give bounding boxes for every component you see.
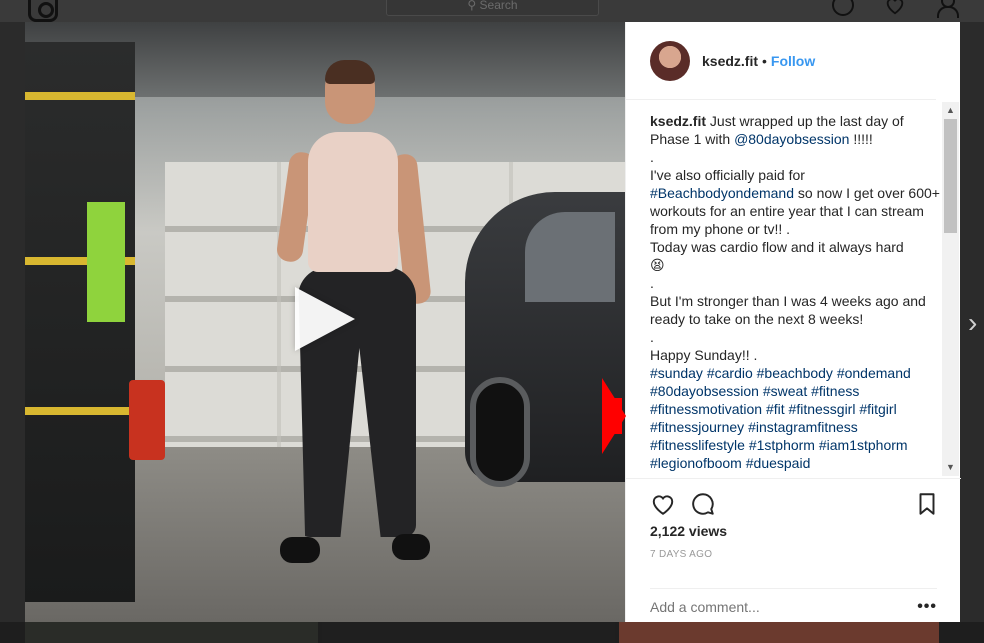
hashtag-link[interactable]: #beachbody [757, 365, 833, 381]
caption-line: ksedz.fit Just wrapped up the last day o… [650, 112, 942, 148]
caption-line: But I'm stronger than I was 4 weeks ago … [650, 292, 942, 328]
top-nav-bar: ⚲ Search [0, 0, 984, 22]
caption-text: . [650, 329, 654, 345]
post-timestamp[interactable]: 7 DAYS AGO [650, 549, 712, 560]
scrollbar-thumb[interactable] [944, 119, 957, 233]
post-header: ksedz.fit • Follow [626, 22, 936, 100]
comment-icon[interactable] [690, 491, 716, 517]
heart-icon[interactable] [884, 0, 906, 16]
hashtag-link[interactable]: #Beachbodyondemand [650, 185, 794, 201]
search-input[interactable]: ⚲ Search [386, 0, 599, 16]
hashtag-link[interactable]: #instagramfitness [748, 419, 858, 435]
post-modal: ksedz.fit • Follow ksedz.fit Just wrappe… [25, 22, 961, 622]
thumbnail [25, 622, 318, 643]
hashtag-list: #sunday #cardio #beachbody #ondemand #80… [650, 364, 942, 472]
view-count: 2,122 views [650, 523, 728, 539]
caption-scrollbar[interactable]: ▲ ▼ [942, 102, 959, 476]
video-car-window [525, 212, 615, 302]
person-hair [325, 60, 375, 84]
person-torso [308, 132, 398, 272]
caption-line: 😫 [650, 256, 942, 274]
hashtag-link[interactable]: #fitnesslifestyle [650, 437, 745, 453]
post-actions: 2,122 views 7 DAYS AGO ••• [626, 478, 961, 615]
hashtag-link[interactable]: #iam1stphorm [819, 437, 908, 453]
caption-text: Happy Sunday!! . [650, 347, 758, 363]
caption-line: . [650, 328, 942, 346]
hashtag-link[interactable]: #fitnessjourney [650, 419, 744, 435]
hashtag-link[interactable]: #sunday [650, 365, 703, 381]
play-icon[interactable] [295, 287, 355, 351]
hashtag-link[interactable]: #cardio [707, 365, 753, 381]
caption-line: . [650, 148, 942, 166]
like-heart-icon[interactable] [650, 491, 676, 517]
video-shelf [25, 42, 135, 602]
hashtag-link[interactable]: #fitnessgirl [789, 401, 856, 417]
hashtag-link[interactable]: #fitness [811, 383, 859, 399]
username-link[interactable]: ksedz.fit [702, 53, 758, 69]
compass-icon[interactable] [832, 0, 854, 16]
caption-line: Happy Sunday!! . [650, 346, 942, 364]
video-red-object [129, 380, 165, 460]
comment-form: ••• [650, 588, 937, 624]
background-thumbnails [0, 622, 984, 643]
video-green-bag [87, 202, 125, 322]
more-icon[interactable]: ••• [917, 598, 937, 616]
hashtag-link[interactable]: #fitgirl [859, 401, 896, 417]
hashtag-link[interactable]: #fit [766, 401, 785, 417]
caption-line: Today was cardio flow and it always hard [650, 238, 942, 256]
caption-text: . [650, 275, 654, 291]
caption-line: I've also officially paid for #Beachbody… [650, 166, 942, 238]
caption-text: Today was cardio flow and it always hard [650, 239, 904, 255]
comment-input[interactable] [650, 598, 890, 615]
hashtag-link[interactable]: #fitnessmotivation [650, 401, 762, 417]
shelf-bar [25, 407, 135, 415]
caption-username[interactable]: ksedz.fit [650, 113, 706, 129]
caption-line: . [650, 274, 942, 292]
person-shoe [280, 537, 320, 563]
thumbnail [619, 622, 939, 643]
separator-dot: • [762, 52, 767, 69]
hashtag-link[interactable]: #sweat [763, 383, 807, 399]
annotation-arrow-icon [602, 378, 626, 454]
hashtag-link[interactable]: #1stphorm [749, 437, 815, 453]
caption-text: I've also officially paid for [650, 167, 805, 183]
mention-link[interactable]: @80dayobsession [734, 131, 849, 147]
hashtag-link[interactable]: #duespaid [746, 455, 811, 471]
hashtag-link[interactable]: #80dayobsession [650, 383, 759, 399]
scroll-down-icon[interactable]: ▼ [942, 459, 959, 476]
caption-scroll-area[interactable]: ksedz.fit Just wrapped up the last day o… [650, 112, 942, 474]
caption-text: . [650, 149, 654, 165]
avatar[interactable] [650, 40, 690, 81]
follow-button[interactable]: Follow [771, 53, 815, 69]
scroll-up-icon[interactable]: ▲ [942, 102, 959, 119]
caption-text: !!!!! [849, 131, 873, 147]
instagram-icon[interactable] [28, 0, 58, 22]
user-icon[interactable] [936, 0, 959, 18]
post-video[interactable] [25, 22, 625, 622]
hashtag-link[interactable]: #legionofboom [650, 455, 742, 471]
video-car-wheel [470, 377, 530, 487]
chevron-right-icon[interactable]: › [968, 307, 977, 339]
hashtag-link[interactable]: #ondemand [837, 365, 911, 381]
bookmark-icon[interactable] [914, 491, 940, 517]
thumbnail [322, 622, 615, 643]
caption: ksedz.fit Just wrapped up the last day o… [650, 112, 942, 472]
search-icon: ⚲ [467, 0, 480, 12]
caption-text: But I'm stronger than I was 4 weeks ago … [650, 293, 926, 327]
shelf-bar [25, 92, 135, 100]
post-sidebar: ksedz.fit • Follow ksedz.fit Just wrappe… [625, 22, 961, 622]
caption-text: 😫 [650, 257, 665, 273]
person-shoe [392, 534, 430, 560]
